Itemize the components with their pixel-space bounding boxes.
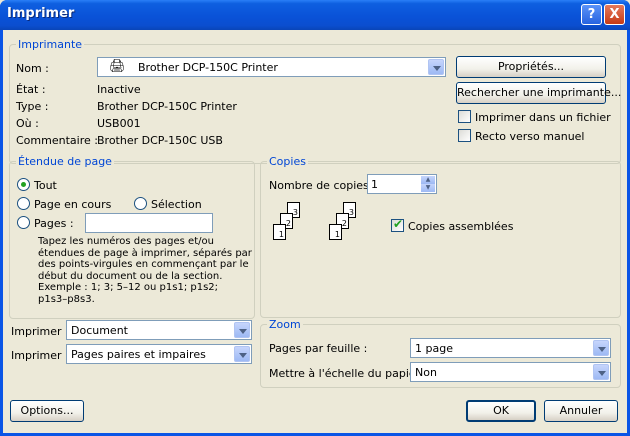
print-what-label: Imprimer : <box>11 325 69 338</box>
print-to-file-label: Imprimer dans un fichier <box>475 111 611 124</box>
page-number: 1 <box>334 230 340 239</box>
printer-icon: 🖨 <box>109 59 126 74</box>
properties-button[interactable]: Propriétés... <box>456 56 606 78</box>
printer-legend: Imprimante <box>16 38 85 51</box>
zoom-group: Zoom Pages par feuille : 1 page Mettre à… <box>260 318 621 388</box>
help-line: des points-virgules en commençant par le <box>38 259 249 270</box>
state-label: État : <box>16 83 46 96</box>
find-printer-button[interactable]: Rechercher une imprimante... <box>456 82 621 104</box>
print-pages-label: Imprimer : <box>11 349 69 362</box>
page-icon: 1 <box>329 224 342 240</box>
spin-down-icon[interactable]: ▼ <box>421 184 435 192</box>
page-number: 3 <box>348 208 354 217</box>
page-number: 1 <box>278 230 284 239</box>
printer-name-select[interactable]: 🖨 Brother DCP-150C Printer <box>97 57 446 77</box>
scale-value: Non <box>415 366 437 379</box>
options-button[interactable]: Options... <box>10 400 84 422</box>
range-selection-label: Sélection <box>151 198 202 211</box>
help-line: Tapez les numéros des pages et/ou <box>38 236 214 247</box>
where-label: Où : <box>16 117 39 130</box>
copies-count-label: Nombre de copies : <box>269 179 376 192</box>
print-pages-value: Pages paires et impaires <box>71 348 206 361</box>
duplex-label: Recto verso manuel <box>475 130 585 143</box>
collate-checkbox[interactable] <box>391 217 404 232</box>
per-sheet-label: Pages par feuille : <box>269 342 368 355</box>
window-title: Imprimer <box>7 6 75 21</box>
spin-up-icon[interactable]: ▲ <box>421 176 435 184</box>
copies-count-spinner[interactable]: 1 ▲ ▼ <box>367 174 437 194</box>
range-help-text: Tapez les numéros des pages et/ou étendu… <box>38 236 252 305</box>
page-number: 2 <box>285 219 291 228</box>
chevron-down-icon[interactable] <box>593 364 609 380</box>
type-value: Brother DCP-150C Printer <box>97 100 237 113</box>
cancel-button[interactable]: Annuler <box>544 400 618 422</box>
chevron-down-icon[interactable] <box>234 346 250 362</box>
printer-name-label: Nom : <box>16 62 49 75</box>
range-current-radio[interactable] <box>17 197 30 210</box>
copies-group: Copies Nombre de copies : 1 ▲ ▼ 3 2 1 3 … <box>260 155 621 318</box>
printer-name-value: Brother DCP-150C Printer <box>138 61 278 74</box>
page-number: 3 <box>292 208 298 217</box>
comment-label: Commentaire : <box>16 134 98 147</box>
print-to-file-checkbox[interactable] <box>458 110 471 123</box>
page-number: 2 <box>341 219 347 228</box>
help-button[interactable]: ? <box>581 4 602 25</box>
range-all-label: Tout <box>34 179 57 192</box>
pages-input[interactable] <box>85 213 213 233</box>
chevron-down-icon[interactable] <box>428 59 444 75</box>
print-pages-select[interactable]: Pages paires et impaires <box>66 344 252 364</box>
range-pages-radio[interactable] <box>17 216 30 229</box>
scale-select[interactable]: Non <box>410 362 611 382</box>
printer-group: Imprimante Nom : 🖨 Brother DCP-150C Prin… <box>9 38 621 164</box>
help-line: étendues de page à imprimer, séparés par <box>38 247 252 259</box>
range-pages-label: Pages : <box>34 217 74 230</box>
collated-pages-icon: 3 2 1 <box>273 202 309 248</box>
range-selection-radio[interactable] <box>134 197 147 210</box>
scale-label: Mettre à l'échelle du papier : <box>269 367 428 380</box>
print-dialog: Imprimer ? X Imprimante Nom : 🖨 Brother … <box>0 0 630 436</box>
page-range-group: Étendue de page Tout Page en cours Sélec… <box>9 155 255 319</box>
page-range-legend: Étendue de page <box>16 155 114 168</box>
close-button[interactable]: X <box>604 4 625 25</box>
ok-button[interactable]: OK <box>466 400 536 422</box>
range-all-radio[interactable] <box>17 178 30 191</box>
chevron-down-icon[interactable] <box>593 340 609 356</box>
duplex-checkbox[interactable] <box>458 129 471 142</box>
comment-value: Brother DCP-150C USB <box>97 134 223 147</box>
help-line: p1s3–p8s3. <box>38 293 95 305</box>
title-bar[interactable]: Imprimer ? X <box>0 0 630 30</box>
dialog-body: Imprimante Nom : 🖨 Brother DCP-150C Prin… <box>3 30 627 433</box>
state-value: Inactive <box>97 83 141 96</box>
page-icon: 1 <box>273 224 286 240</box>
zoom-legend: Zoom <box>267 318 303 331</box>
per-sheet-select[interactable]: 1 page <box>410 338 611 358</box>
help-line: Exemple : 1; 3; 5–12 ou p1s1; p1s2; <box>38 282 219 293</box>
help-line: début du document ou de la section. <box>38 270 223 282</box>
type-label: Type : <box>16 100 49 113</box>
print-what-select[interactable]: Document <box>66 320 252 340</box>
where-value: USB001 <box>97 117 141 130</box>
per-sheet-value: 1 page <box>415 342 453 355</box>
collated-pages-icon: 3 2 1 <box>329 202 365 248</box>
copies-count-value: 1 <box>371 178 378 191</box>
range-current-label: Page en cours <box>34 198 112 211</box>
copies-legend: Copies <box>267 155 308 168</box>
chevron-down-icon[interactable] <box>234 322 250 338</box>
print-what-value: Document <box>71 324 128 337</box>
collate-label: Copies assemblées <box>408 220 514 233</box>
